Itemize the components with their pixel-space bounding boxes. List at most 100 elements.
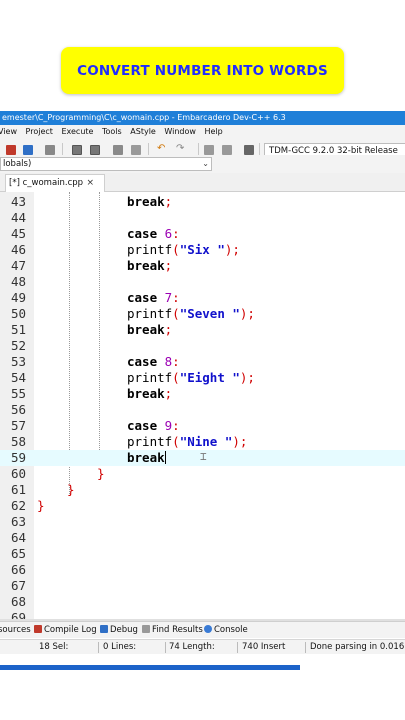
code-line[interactable]: 55 break; <box>0 386 405 402</box>
code-line[interactable]: 61} <box>0 482 405 498</box>
menu-astyle[interactable]: AStyle <box>130 125 156 138</box>
code-text: case 9: <box>127 418 180 434</box>
tab-c-womain[interactable]: [*] c_womain.cpp × <box>5 174 105 192</box>
new-project-icon[interactable] <box>6 145 16 155</box>
menu-project[interactable]: Project <box>26 125 53 138</box>
code-line[interactable]: 58 printf("Nine "); <box>0 434 405 450</box>
keyword: case <box>127 354 158 369</box>
title-banner: CONVERT NUMBER INTO WORDS <box>61 47 344 94</box>
punctuation: : <box>172 354 180 369</box>
code-line[interactable]: 44 <box>0 210 405 226</box>
tab-console[interactable]: Console <box>204 622 248 638</box>
code-text: break; <box>127 386 172 402</box>
compile-log-icon <box>34 625 42 633</box>
code-line[interactable]: 69 <box>0 610 405 619</box>
keyword: break <box>127 450 165 465</box>
status-col: 18 Sel: <box>39 642 69 652</box>
line-number: 65 <box>10 546 26 561</box>
keyword: case <box>127 418 158 433</box>
redo-icon[interactable]: ↷ <box>176 144 186 154</box>
code-line[interactable]: 66 <box>0 562 405 578</box>
code-text: break; <box>127 194 172 210</box>
code-line[interactable]: 50 printf("Seven "); <box>0 306 405 322</box>
punctuation: : <box>172 418 180 433</box>
tab-compile-log[interactable]: Compile Log <box>34 622 97 638</box>
status-selected-lines: 0 Lines: <box>103 642 137 652</box>
punctuation: ; <box>164 258 173 273</box>
code-line[interactable]: 63 <box>0 514 405 530</box>
debug-icon[interactable] <box>204 145 214 155</box>
punctuation: ; <box>164 322 173 337</box>
menu-bar: View Project Execute Tools AStyle Window… <box>0 125 405 138</box>
punctuation: ; <box>164 386 173 401</box>
closing-brace: } <box>37 498 45 513</box>
close-paren: ); <box>239 370 255 385</box>
code-text: break; <box>127 258 172 274</box>
closing-brace: } <box>67 482 75 497</box>
compile-icon[interactable] <box>72 145 82 155</box>
tab-resources[interactable]: sources <box>0 622 31 638</box>
scope-select[interactable]: lobals) ⌄ <box>0 157 212 171</box>
video-progress-bar[interactable] <box>0 665 405 670</box>
code-line[interactable]: 60} <box>0 466 405 482</box>
code-line[interactable]: 51 break; <box>0 322 405 338</box>
line-number: 58 <box>10 434 26 449</box>
code-line[interactable]: 53 case 8: <box>0 354 405 370</box>
code-line[interactable]: 65 <box>0 546 405 562</box>
line-number: 64 <box>10 530 26 545</box>
menu-tools[interactable]: Tools <box>102 125 122 138</box>
compile-run-icon[interactable] <box>113 145 123 155</box>
run-icon[interactable] <box>90 145 100 155</box>
line-number: 49 <box>10 290 26 305</box>
code-line[interactable]: 48 <box>0 274 405 290</box>
case-number: 6 <box>157 226 173 241</box>
code-line[interactable]: 64 <box>0 530 405 546</box>
string-literal: "Six " <box>179 242 225 257</box>
line-number: 66 <box>10 562 26 577</box>
code-line[interactable]: 67 <box>0 578 405 594</box>
code-line[interactable]: 43 break; <box>0 194 405 210</box>
keyword: break <box>127 258 165 273</box>
rebuild-icon[interactable] <box>131 145 141 155</box>
menu-help[interactable]: Help <box>204 125 222 138</box>
code-line[interactable]: 56 <box>0 402 405 418</box>
line-number: 63 <box>10 514 26 529</box>
line-number: 43 <box>10 194 26 209</box>
keyword: case <box>127 226 158 241</box>
menu-window[interactable]: Window <box>164 125 196 138</box>
line-number: 56 <box>10 402 26 417</box>
code-line[interactable]: 57 case 9: <box>0 418 405 434</box>
code-text: case 8: <box>127 354 180 370</box>
punctuation: ; <box>164 194 173 209</box>
open-paren: ( <box>172 242 180 257</box>
bookmark-icon[interactable] <box>222 145 232 155</box>
window-title-bar: emester\C_Programming\C\c_womain.cpp - E… <box>0 111 405 125</box>
code-line[interactable]: 62} <box>0 498 405 514</box>
code-editor[interactable]: 43 break; 44 45 case 6: 46 printf("Six "); 47 br… <box>0 192 405 619</box>
case-number: 9 <box>157 418 173 433</box>
code-line[interactable]: 47 break; <box>0 258 405 274</box>
tab-find-results[interactable]: Find Results <box>142 622 203 638</box>
code-line[interactable]: 68 <box>0 594 405 610</box>
code-line[interactable]: 46 printf("Six "); <box>0 242 405 258</box>
goto-icon[interactable] <box>244 145 254 155</box>
class-browser-icon[interactable] <box>23 145 33 155</box>
code-line[interactable]: 54 printf("Eight "); <box>0 370 405 386</box>
punctuation: : <box>172 290 180 305</box>
tab-debug[interactable]: Debug <box>100 622 138 638</box>
text-cursor-icon: ⌶ <box>200 450 207 463</box>
menu-execute[interactable]: Execute <box>61 125 93 138</box>
undo-icon[interactable]: ↶ <box>157 144 167 154</box>
code-line[interactable]: 52 <box>0 338 405 354</box>
bottom-panel-tabs: sources Compile Log Debug Find Results C… <box>0 621 405 638</box>
scope-value: lobals) <box>3 159 32 169</box>
print-icon[interactable] <box>45 145 55 155</box>
line-number: 50 <box>10 306 26 321</box>
status-length: 740 Insert <box>242 642 286 652</box>
code-line[interactable]: 49 case 7: <box>0 290 405 306</box>
menu-view[interactable]: View <box>0 125 17 138</box>
keyword: break <box>127 386 165 401</box>
code-line[interactable]: 45 case 6: <box>0 226 405 242</box>
tab-label: [*] c_womain.cpp <box>9 178 84 188</box>
close-icon[interactable]: × <box>86 175 94 191</box>
